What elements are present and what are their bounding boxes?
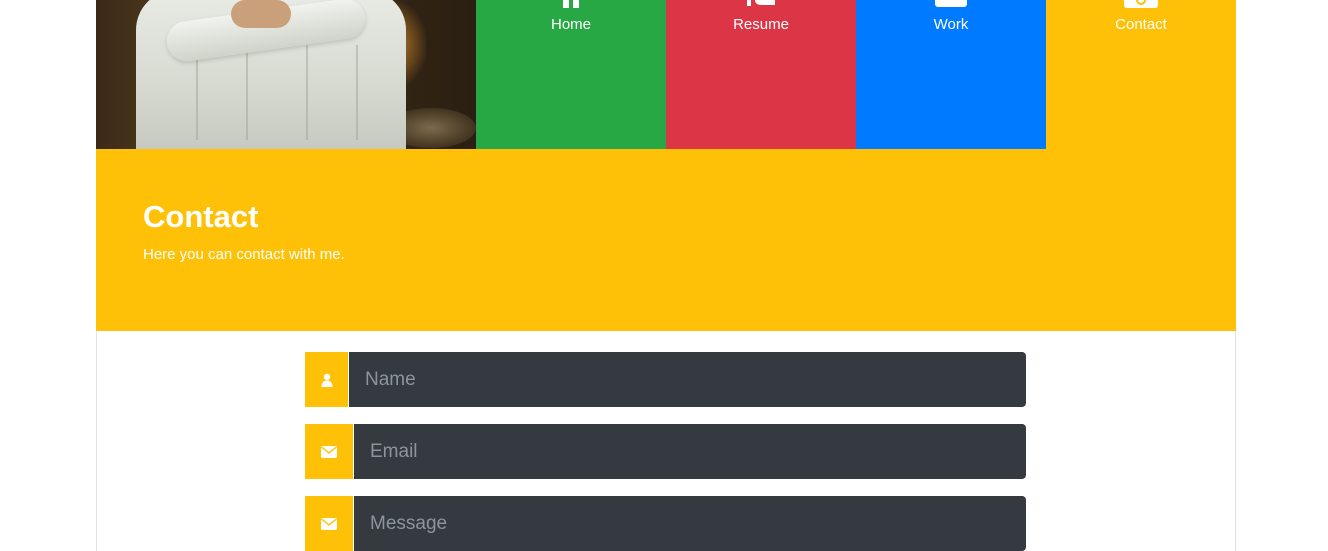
shirt-stripe [356, 45, 358, 140]
shirt-stripe [306, 45, 308, 140]
nav-label-contact: Contact [1115, 16, 1167, 33]
nav-tile-home[interactable]: Home [476, 0, 666, 149]
nav-tile-resume[interactable]: Resume [666, 0, 856, 149]
message-input[interactable] [354, 496, 1026, 551]
resume-icon [746, 0, 776, 13]
name-input[interactable] [349, 352, 1026, 407]
home-icon [560, 0, 582, 13]
nav-label-home: Home [550, 16, 591, 33]
nav-tile-work[interactable]: Work [856, 0, 1046, 149]
nav-label-resume: Resume [733, 16, 789, 33]
email-input[interactable] [354, 424, 1026, 479]
envelope-icon [305, 424, 353, 479]
message-field-group [305, 496, 1026, 551]
page-subtitle: Here you can contact with me. [143, 246, 345, 263]
name-field-group [305, 352, 1026, 407]
page-title: Contact [143, 199, 259, 234]
shirt-stripe [246, 45, 248, 140]
contact-header: Contact Here you can contact with me. [96, 149, 1236, 331]
nav-label-work: Work [933, 16, 969, 33]
page: Home Resume Work Contact Contact Here yo… [0, 0, 1328, 551]
user-icon [305, 352, 348, 407]
profile-photo [96, 0, 476, 149]
email-field-group [305, 424, 1026, 479]
contact-icon [1124, 0, 1158, 15]
briefcase-icon [935, 0, 967, 13]
envelope-icon [305, 496, 353, 551]
nav-tile-contact[interactable]: Contact [1046, 0, 1236, 149]
photo-hand [231, 0, 291, 28]
